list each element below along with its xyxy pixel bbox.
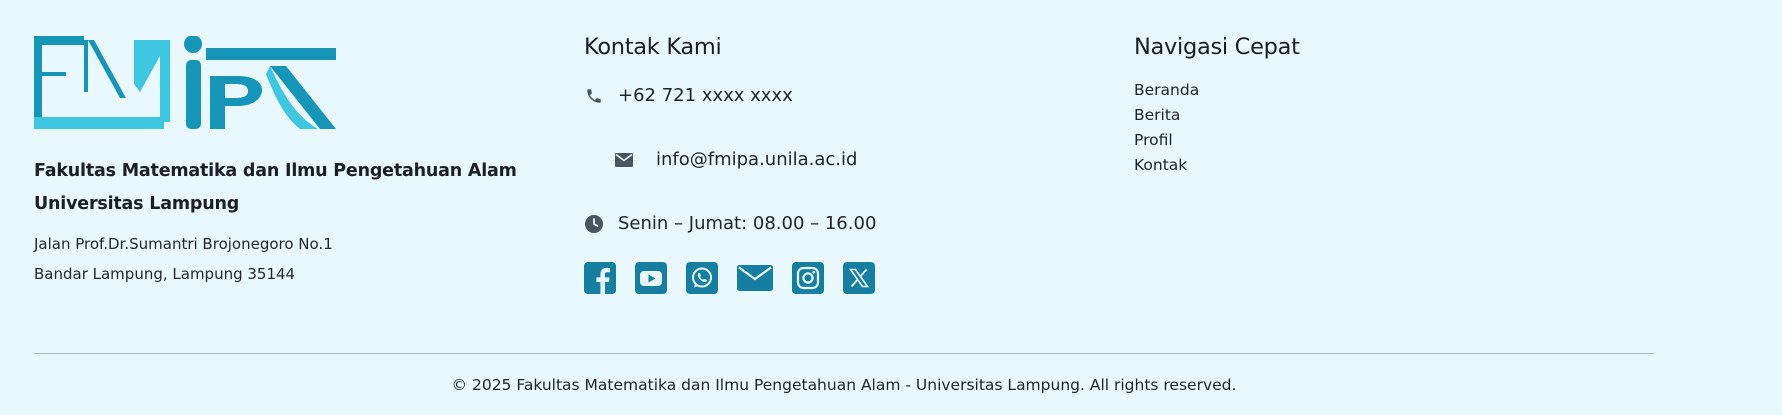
footer-contact: Kontak Kami +62 721 xxxx xxxx info@fmipa… xyxy=(584,34,984,294)
fmipa-logo xyxy=(34,36,336,129)
x-twitter-link[interactable] xyxy=(843,262,875,294)
footer-quick-nav: Navigasi Cepat Beranda Berita Profil Kon… xyxy=(1134,34,1434,178)
envelope-icon xyxy=(614,150,634,170)
email-address: info@fmipa.unila.ac.id xyxy=(656,149,858,170)
office-hours: Senin – Jumat: 08.00 – 16.00 xyxy=(618,213,877,234)
social-links xyxy=(584,262,875,294)
facebook-link[interactable] xyxy=(584,262,616,294)
faculty-address: Jalan Prof.Dr.Sumantri Brojonegoro No.1 … xyxy=(34,229,534,289)
contact-title: Kontak Kami xyxy=(584,34,722,60)
clock-icon xyxy=(584,214,604,234)
quicknav-item-kontak[interactable]: Kontak xyxy=(1134,153,1434,178)
faculty-name-line1: Fakultas Matematika dan Ilmu Pengetahuan… xyxy=(34,161,517,181)
contact-phone[interactable]: +62 721 xxxx xxxx xyxy=(584,85,793,106)
contact-hours: Senin – Jumat: 08.00 – 16.00 xyxy=(584,213,876,234)
phone-icon xyxy=(584,86,604,106)
quicknav-item-berita[interactable]: Berita xyxy=(1134,103,1434,128)
instagram-link[interactable] xyxy=(792,262,824,294)
site-footer: Fakultas Matematika dan Ilmu Pengetahuan… xyxy=(0,0,1782,415)
quicknav-item-profil[interactable]: Profil xyxy=(1134,128,1434,153)
address-line1: Jalan Prof.Dr.Sumantri Brojonegoro No.1 xyxy=(34,235,333,253)
facebook-icon xyxy=(584,262,616,294)
whatsapp-link[interactable] xyxy=(686,262,718,294)
whatsapp-icon xyxy=(686,262,718,294)
email-link[interactable] xyxy=(737,262,773,294)
youtube-icon xyxy=(635,262,667,294)
contact-email[interactable]: info@fmipa.unila.ac.id xyxy=(614,149,857,170)
phone-number: +62 721 xxxx xxxx xyxy=(618,85,793,106)
footer-brand: Fakultas Matematika dan Ilmu Pengetahuan… xyxy=(34,36,534,289)
quicknav-title: Navigasi Cepat xyxy=(1134,34,1300,60)
youtube-link[interactable] xyxy=(635,262,667,294)
instagram-icon xyxy=(792,262,824,294)
address-line2: Bandar Lampung, Lampung 35144 xyxy=(34,265,296,283)
faculty-name: Fakultas Matematika dan Ilmu Pengetahuan… xyxy=(34,155,534,221)
quicknav-list: Beranda Berita Profil Kontak xyxy=(1134,78,1434,178)
mail-icon xyxy=(737,265,773,291)
copyright-text: © 2025 Fakultas Matematika dan Ilmu Peng… xyxy=(451,376,1237,394)
faculty-name-line2: Universitas Lampung xyxy=(34,194,240,214)
footer-divider xyxy=(34,353,1654,354)
x-twitter-icon xyxy=(843,262,875,294)
quicknav-item-beranda[interactable]: Beranda xyxy=(1134,78,1434,103)
